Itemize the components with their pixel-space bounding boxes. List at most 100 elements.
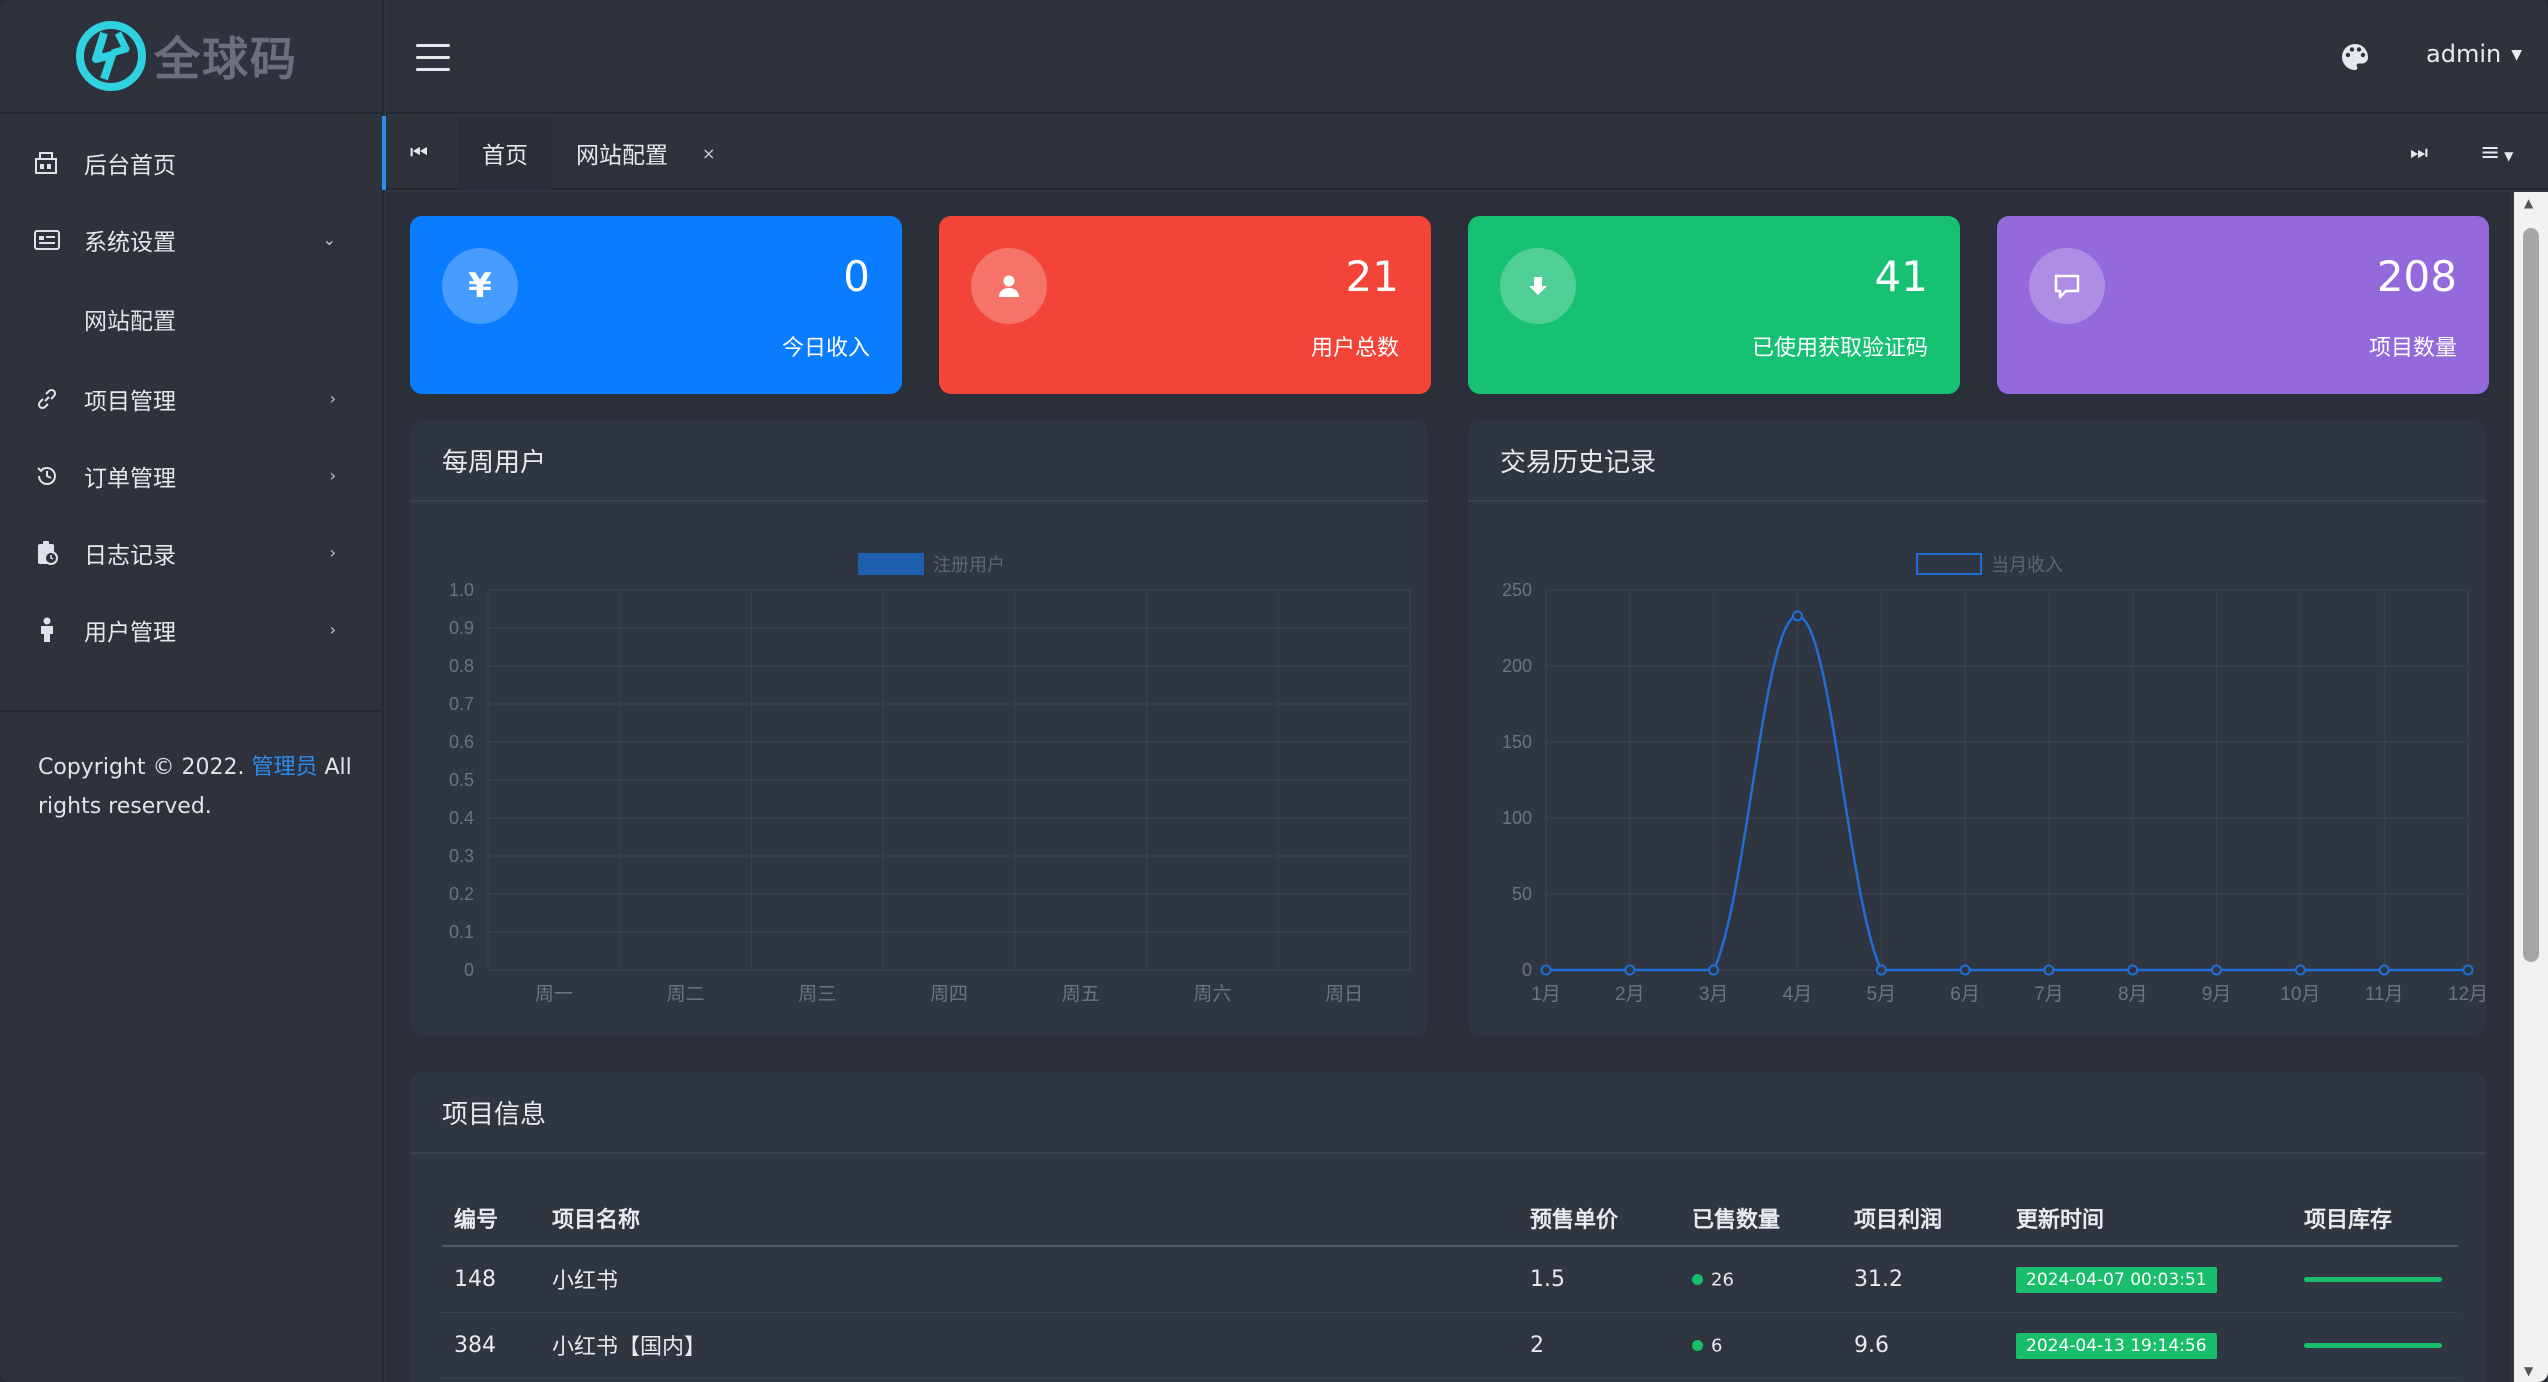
sidebar-subitem-site-config[interactable]: 网站配置 bbox=[0, 278, 382, 360]
x-tick-label: 1月 bbox=[1531, 984, 1561, 1005]
cell-stock bbox=[2292, 1246, 2458, 1313]
x-tick-label: 周二 bbox=[667, 984, 705, 1005]
log-icon bbox=[34, 540, 60, 566]
table-row[interactable]: 384 小红书【国内】 2 6 9.6 2024-04-13 19:14:56 bbox=[442, 1312, 2458, 1379]
data-point bbox=[1875, 964, 1887, 976]
scroll-down-arrow-icon[interactable]: ▼ bbox=[2524, 1364, 2533, 1378]
chevron-down-icon: ⌄ bbox=[322, 230, 336, 249]
sidebar-item-projects[interactable]: 项目管理 › bbox=[0, 360, 382, 437]
y-tick-label: 0.4 bbox=[449, 808, 474, 828]
column-header[interactable]: 项目利润 bbox=[1842, 1190, 2004, 1247]
sidebar-item-system-settings[interactable]: 系统设置 ⌄ bbox=[0, 201, 382, 278]
dashboard-icon bbox=[34, 150, 60, 176]
scrollbar-thumb[interactable] bbox=[2523, 228, 2539, 962]
column-header[interactable]: 已售数量 bbox=[1680, 1190, 1842, 1247]
tab-home[interactable]: 首页 bbox=[458, 116, 552, 190]
scroll-up-arrow-icon[interactable]: ▲ bbox=[2524, 196, 2533, 210]
cell-updated: 2024-04-13 19:14:56 bbox=[2004, 1312, 2292, 1379]
stat-value: 0 bbox=[843, 252, 870, 301]
cell-id: 384 bbox=[442, 1312, 540, 1379]
sidebar-item-label: 项目管理 bbox=[84, 388, 176, 415]
column-header[interactable]: 更新时间 bbox=[2004, 1190, 2292, 1247]
tab-options-menu-icon[interactable]: ≡ ▼ bbox=[2480, 138, 2513, 166]
tab-bar: ⏮ 首页 网站配置 × ⏭ ≡ ▼ bbox=[382, 116, 2548, 190]
weekly-users-card: 每周用户 注册用户 0 0.1 0.2 0.3 0.4 0.5 0.6 0.7 0.8 0.9 1.0… bbox=[410, 420, 1428, 1036]
tab-site-config[interactable]: 网站配置 × bbox=[552, 116, 739, 190]
close-icon[interactable]: × bbox=[702, 144, 715, 163]
stat-value: 21 bbox=[1345, 252, 1399, 301]
cell-profit: 9.6 bbox=[1842, 1312, 2004, 1379]
x-tick-label: 周四 bbox=[930, 984, 968, 1005]
sidebar-item-label: 系统设置 bbox=[84, 229, 176, 256]
cell-id: 148 bbox=[442, 1246, 540, 1313]
column-header[interactable]: 预售单价 bbox=[1518, 1190, 1680, 1247]
main-content: ¥ 0 今日收入 21 用户总数 41 已使用获取验证码 208 项目数量 每周… bbox=[386, 192, 2510, 1382]
weekly-users-chart: 注册用户 0 0.1 0.2 0.3 0.4 0.5 0.6 0.7 0.8 0.9 1.0 周一 周二 周… bbox=[449, 553, 1411, 1005]
sidebar-item-dashboard[interactable]: 后台首页 bbox=[0, 124, 382, 201]
tab-label: 网站配置 bbox=[576, 143, 668, 169]
user-name: admin bbox=[2426, 40, 2502, 68]
x-tick-label: 8月 bbox=[2118, 984, 2148, 1005]
column-header[interactable]: 编号 bbox=[442, 1190, 540, 1247]
cell-sold: 6 bbox=[1680, 1312, 1842, 1379]
tab-scroll-right-icon[interactable]: ⏭ bbox=[2410, 140, 2428, 164]
yen-icon: ¥ bbox=[442, 248, 518, 324]
tab-label: 首页 bbox=[482, 143, 528, 169]
y-tick-label: 1.0 bbox=[449, 580, 474, 600]
sidebar-item-label: 日志记录 bbox=[84, 542, 176, 569]
chevron-right-icon: › bbox=[329, 620, 336, 639]
chevron-right-icon: › bbox=[329, 543, 336, 562]
column-header[interactable]: 项目名称 bbox=[540, 1190, 1518, 1247]
cell-updated: 2024-04-07 00:03:51 bbox=[2004, 1246, 2292, 1313]
stat-card-codes: 41 已使用获取验证码 bbox=[1468, 216, 1960, 394]
status-dot bbox=[1692, 1274, 1703, 1286]
data-point bbox=[2043, 964, 2055, 976]
link-icon bbox=[34, 386, 60, 412]
vertical-scrollbar[interactable]: ▲ ▼ bbox=[2514, 192, 2548, 1382]
stat-card-income: ¥ 0 今日收入 bbox=[410, 216, 902, 394]
updated-badge: 2024-04-13 19:14:56 bbox=[2016, 1332, 2217, 1359]
updated-badge: 2024-04-07 00:03:51 bbox=[2016, 1266, 2217, 1293]
x-tick-label: 2月 bbox=[1615, 984, 1645, 1005]
project-table: 编号 项目名称 预售单价 已售数量 项目利润 更新时间 项目库存 148 小红书… bbox=[442, 1190, 2458, 1379]
data-point bbox=[1540, 964, 1552, 976]
logo[interactable]: 全球码 bbox=[0, 0, 382, 114]
data-point bbox=[1959, 964, 1971, 976]
y-tick-label: 0.2 bbox=[449, 884, 474, 904]
project-info-card: 项目信息 编号 项目名称 预售单价 已售数量 项目利润 更新时间 项目库存 14… bbox=[410, 1072, 2486, 1382]
sidebar-subitem-label: 网站配置 bbox=[84, 309, 176, 335]
data-point bbox=[2127, 964, 2139, 976]
user-menu[interactable]: admin ▼ bbox=[2426, 40, 2522, 68]
user-icon bbox=[971, 248, 1047, 324]
sidebar-item-orders[interactable]: 订单管理 › bbox=[0, 437, 382, 514]
copyright-admin-link[interactable]: 管理员 bbox=[251, 755, 317, 780]
table-row[interactable]: 148 小红书 1.5 26 31.2 2024-04-07 00:03:51 bbox=[442, 1246, 2458, 1313]
card-title: 项目信息 bbox=[410, 1072, 2486, 1154]
brand-logo-icon bbox=[76, 21, 146, 91]
y-tick-label: 0.8 bbox=[449, 656, 474, 676]
palette-icon[interactable] bbox=[2340, 42, 2370, 72]
legend-label: 当月收入 bbox=[1991, 555, 2063, 575]
sidebar-item-label: 订单管理 bbox=[84, 465, 176, 492]
y-tick-label: 250 bbox=[1502, 580, 1532, 600]
sidebar-item-label: 用户管理 bbox=[84, 619, 176, 646]
data-point bbox=[1624, 964, 1636, 976]
tab-scroll-left-icon[interactable]: ⏮ bbox=[410, 140, 428, 164]
sidebar-item-users[interactable]: 用户管理 › bbox=[0, 591, 382, 668]
x-tick-label: 周六 bbox=[1193, 983, 1231, 1005]
y-tick-label: 0.9 bbox=[449, 618, 474, 638]
data-point bbox=[2294, 964, 2306, 976]
sidebar-item-logs[interactable]: 日志记录 › bbox=[0, 514, 382, 591]
x-tick-label: 5月 bbox=[1866, 984, 1896, 1005]
x-tick-label: 周五 bbox=[1062, 984, 1100, 1005]
menu-toggle-icon[interactable] bbox=[416, 44, 450, 72]
card-title: 每周用户 bbox=[410, 420, 1428, 502]
y-tick-label: 50 bbox=[1512, 884, 1532, 904]
y-tick-label: 0.5 bbox=[449, 770, 474, 790]
settings-card-icon bbox=[34, 227, 60, 253]
x-tick-label: 7月 bbox=[2034, 984, 2064, 1005]
column-header[interactable]: 项目库存 bbox=[2292, 1190, 2458, 1247]
y-tick-label: 0 bbox=[464, 960, 474, 980]
stat-label: 已使用获取验证码 bbox=[1751, 336, 1928, 361]
y-tick-label: 200 bbox=[1502, 656, 1532, 676]
